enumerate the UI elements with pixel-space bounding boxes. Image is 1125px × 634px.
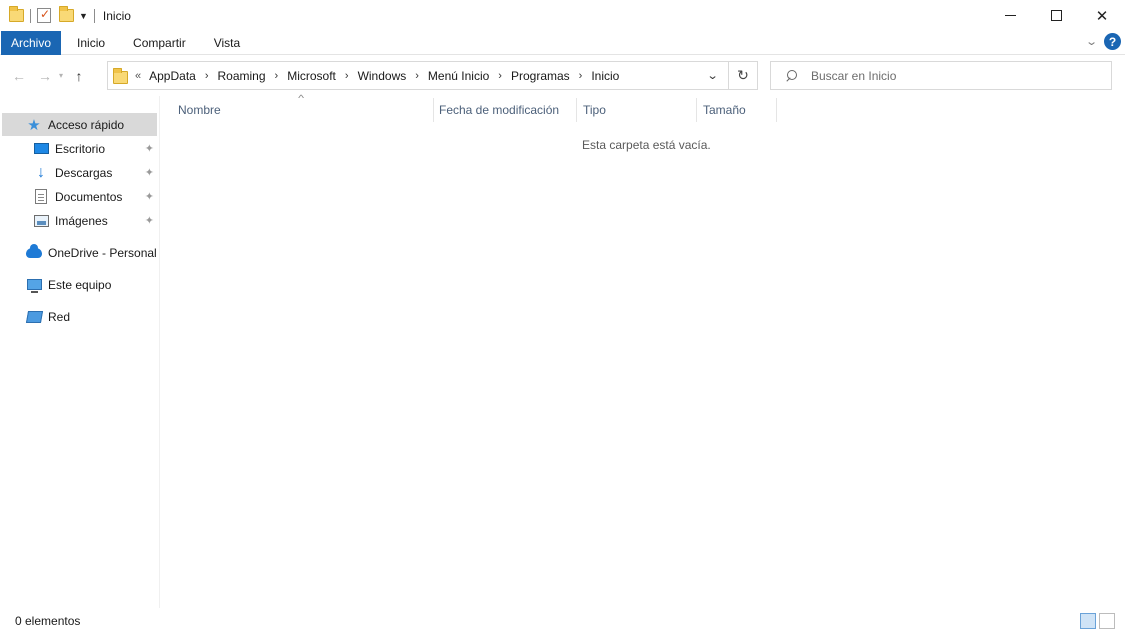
documents-icon <box>33 189 49 205</box>
column-header-tipo[interactable]: Tipo <box>583 96 695 123</box>
status-bar: 0 elementos <box>0 608 1125 634</box>
pictures-icon <box>33 213 49 229</box>
navigation-bar: ← → ▾ ↑ « AppData › Roaming › Microsoft … <box>0 55 1125 96</box>
sidebar-item-label: Red <box>48 309 71 324</box>
large-icons-view-button[interactable] <box>1099 613 1115 629</box>
help-icon[interactable]: ? <box>1104 33 1121 50</box>
search-icon <box>785 69 797 82</box>
sidebar-item-documentos[interactable]: Documentos ✦ <box>2 185 157 208</box>
view-switcher <box>1080 613 1115 629</box>
sidebar-item-label: Imágenes <box>55 213 108 228</box>
sidebar-item-label: Este equipo <box>48 277 112 292</box>
column-header-nombre[interactable]: Nombre <box>178 96 432 123</box>
breadcrumb-separator-icon[interactable]: › <box>498 70 502 82</box>
breadcrumb-appdata[interactable]: AppData <box>149 69 196 83</box>
column-divider[interactable] <box>776 98 777 122</box>
window-title: Inicio <box>102 8 131 23</box>
onedrive-icon <box>26 243 42 261</box>
breadcrumb-microsoft[interactable]: Microsoft <box>287 69 336 83</box>
folder-icon[interactable] <box>9 6 24 22</box>
download-icon: ↓ <box>37 163 45 181</box>
breadcrumb-windows[interactable]: Windows <box>358 69 407 83</box>
expand-ribbon-icon[interactable]: ⌄ <box>1085 35 1098 48</box>
sidebar-item-label: OneDrive - Personal <box>48 245 157 260</box>
navigation-pane: ★ Acceso rápido Escritorio ✦ ↓ Descargas… <box>0 96 160 608</box>
folder-icon <box>113 67 128 84</box>
breadcrumb-separator-icon[interactable]: › <box>275 70 279 82</box>
new-folder-icon[interactable] <box>59 6 74 22</box>
tab-inicio[interactable]: Inicio <box>63 31 119 55</box>
close-icon: ✕ <box>1095 7 1109 25</box>
sidebar-item-label: Documentos <box>55 189 123 204</box>
recent-locations-icon[interactable]: ▾ <box>56 71 66 80</box>
title-bar: ▼ Inicio ✕ <box>0 0 1125 31</box>
toolbar-separator <box>93 8 95 23</box>
breadcrumb-separator-icon[interactable]: › <box>415 70 419 82</box>
breadcrumb-roaming[interactable]: Roaming <box>218 69 266 83</box>
quick-access-toolbar: ▼ Inicio <box>0 0 131 31</box>
sidebar-item-label: Descargas <box>55 165 113 180</box>
toolbar-separator <box>30 8 31 23</box>
breadcrumb-overflow-icon[interactable]: « <box>135 70 141 82</box>
column-divider[interactable] <box>433 98 434 122</box>
tab-vista[interactable]: Vista <box>200 31 254 55</box>
star-icon: ★ <box>27 116 41 134</box>
up-button[interactable]: ↑ <box>68 65 90 87</box>
sidebar-item-red[interactable]: Red <box>2 305 157 328</box>
details-view-button[interactable] <box>1080 613 1096 629</box>
empty-folder-message: Esta carpeta está vacía. <box>582 138 711 152</box>
search-input[interactable] <box>811 68 1091 83</box>
back-button[interactable]: ← <box>8 65 30 87</box>
breadcrumb-inicio[interactable]: Inicio <box>591 69 619 83</box>
sidebar-item-onedrive[interactable]: OneDrive - Personal <box>2 241 157 264</box>
file-list[interactable]: ^ Nombre Fecha de modificación Tipo Tama… <box>161 93 1125 608</box>
sidebar-item-acceso-rapido[interactable]: ★ Acceso rápido <box>2 113 157 136</box>
column-header-fecha[interactable]: Fecha de modificación <box>439 96 578 123</box>
sidebar-item-escritorio[interactable]: Escritorio ✦ <box>2 137 157 160</box>
sidebar-item-label: Escritorio <box>55 141 106 156</box>
forward-button[interactable]: → <box>34 65 56 87</box>
pin-icon[interactable]: ✦ <box>145 142 154 155</box>
address-history-dropdown-icon[interactable]: ⌄ <box>706 69 718 82</box>
breadcrumb-separator-icon[interactable]: › <box>345 70 349 82</box>
column-divider[interactable] <box>576 98 577 122</box>
minimize-icon <box>1004 15 1016 16</box>
sidebar-item-imagenes[interactable]: Imágenes ✦ <box>2 209 157 232</box>
customize-toolbar-dropdown-icon[interactable]: ▼ <box>79 11 88 21</box>
breadcrumb-separator-icon[interactable]: › <box>205 70 209 82</box>
sidebar-item-este-equipo[interactable]: Este equipo <box>2 273 157 296</box>
column-divider[interactable] <box>696 98 697 122</box>
network-icon <box>25 309 43 325</box>
window-controls: ✕ <box>987 0 1125 31</box>
properties-icon[interactable] <box>37 7 51 23</box>
breadcrumb-programas[interactable]: Programas <box>511 69 570 83</box>
sidebar-item-label: Acceso rápido <box>48 117 125 132</box>
ribbon-right-controls: ⌄ ? <box>1085 33 1121 50</box>
sidebar-item-descargas[interactable]: ↓ Descargas ✦ <box>2 161 157 184</box>
tab-archivo[interactable]: Archivo <box>1 30 62 55</box>
breadcrumb-separator-icon[interactable]: › <box>579 70 583 82</box>
maximize-button[interactable] <box>1033 0 1079 31</box>
breadcrumb-menu-inicio[interactable]: Menú Inicio <box>428 69 489 83</box>
maximize-icon <box>1050 10 1062 21</box>
address-bar[interactable]: « AppData › Roaming › Microsoft › Window… <box>107 61 758 90</box>
close-button[interactable]: ✕ <box>1079 0 1125 31</box>
desktop-icon <box>33 141 49 157</box>
item-count: 0 elementos <box>15 614 81 628</box>
pin-icon[interactable]: ✦ <box>145 166 154 179</box>
column-header-tamano[interactable]: Tamaño <box>703 96 775 123</box>
refresh-button[interactable]: ↻ <box>728 62 757 89</box>
search-box[interactable] <box>770 61 1112 90</box>
pin-icon[interactable]: ✦ <box>145 190 154 203</box>
ribbon-tabs: Archivo Inicio Compartir Vista ⌄ ? <box>0 30 1125 55</box>
minimize-button[interactable] <box>987 0 1033 31</box>
computer-icon <box>26 277 42 293</box>
pin-icon[interactable]: ✦ <box>145 214 154 227</box>
tab-compartir[interactable]: Compartir <box>119 31 200 55</box>
